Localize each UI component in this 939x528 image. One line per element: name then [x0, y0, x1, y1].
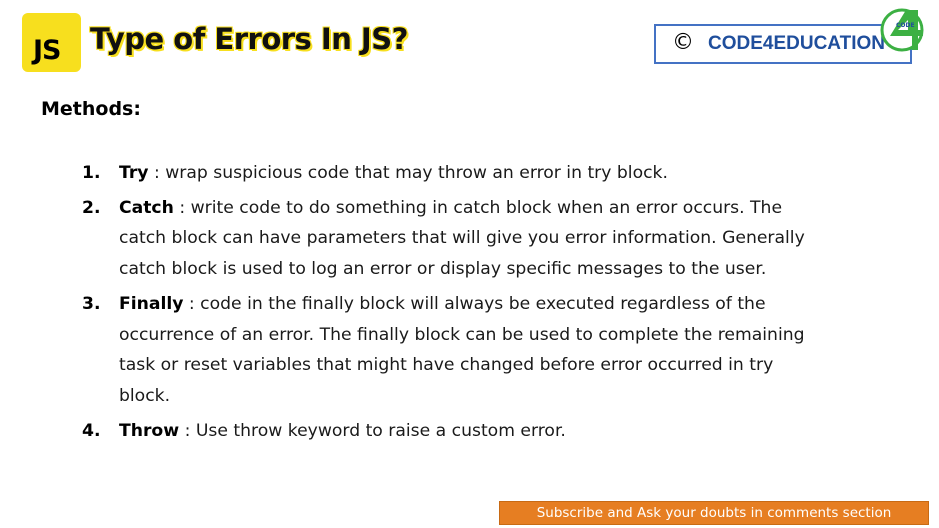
list-number: 4. — [82, 420, 101, 441]
list-item-try: 1. Try : wrap suspicious code that may th… — [82, 158, 822, 189]
brand-name: CODE4EDUCATION — [708, 33, 885, 54]
method-term: Finally — [119, 293, 184, 314]
method-term: Try — [119, 163, 149, 183]
brand-badge: © CODE4EDUCATION — [654, 24, 912, 64]
list-item-finally: 3. Finally : code in the finally block wi… — [82, 289, 822, 412]
list-item-catch: 2. Catch : write code to do something in … — [82, 193, 822, 285]
js-logo-text: JS — [33, 35, 61, 66]
method-description: : wrap suspicious code that may throw an… — [148, 163, 668, 183]
list-number: 3. — [82, 293, 101, 314]
code4education-logo-icon: CODE — [880, 8, 924, 52]
logo-mark-text: CODE — [896, 22, 915, 29]
method-term: Throw — [119, 420, 180, 441]
method-description: : write code to do something in catch bl… — [119, 197, 805, 280]
list-item-throw: 4. Throw : Use throw keyword to raise a c… — [82, 416, 822, 447]
list-number: 1. — [82, 163, 101, 183]
list-number: 2. — [82, 197, 101, 218]
method-description: : code in the finally block will always … — [119, 293, 805, 406]
method-description: : Use throw keyword to raise a custom er… — [179, 420, 566, 441]
methods-list: 1. Try : wrap suspicious code that may th… — [82, 158, 822, 450]
subscribe-banner: Subscribe and Ask your doubts in comment… — [499, 501, 929, 525]
copyright-icon: © — [672, 30, 694, 55]
method-term: Catch — [119, 197, 174, 218]
js-logo: JS — [22, 13, 81, 72]
section-heading: Methods: — [41, 98, 141, 120]
page-title: Type of Errors In JS? — [90, 22, 408, 56]
